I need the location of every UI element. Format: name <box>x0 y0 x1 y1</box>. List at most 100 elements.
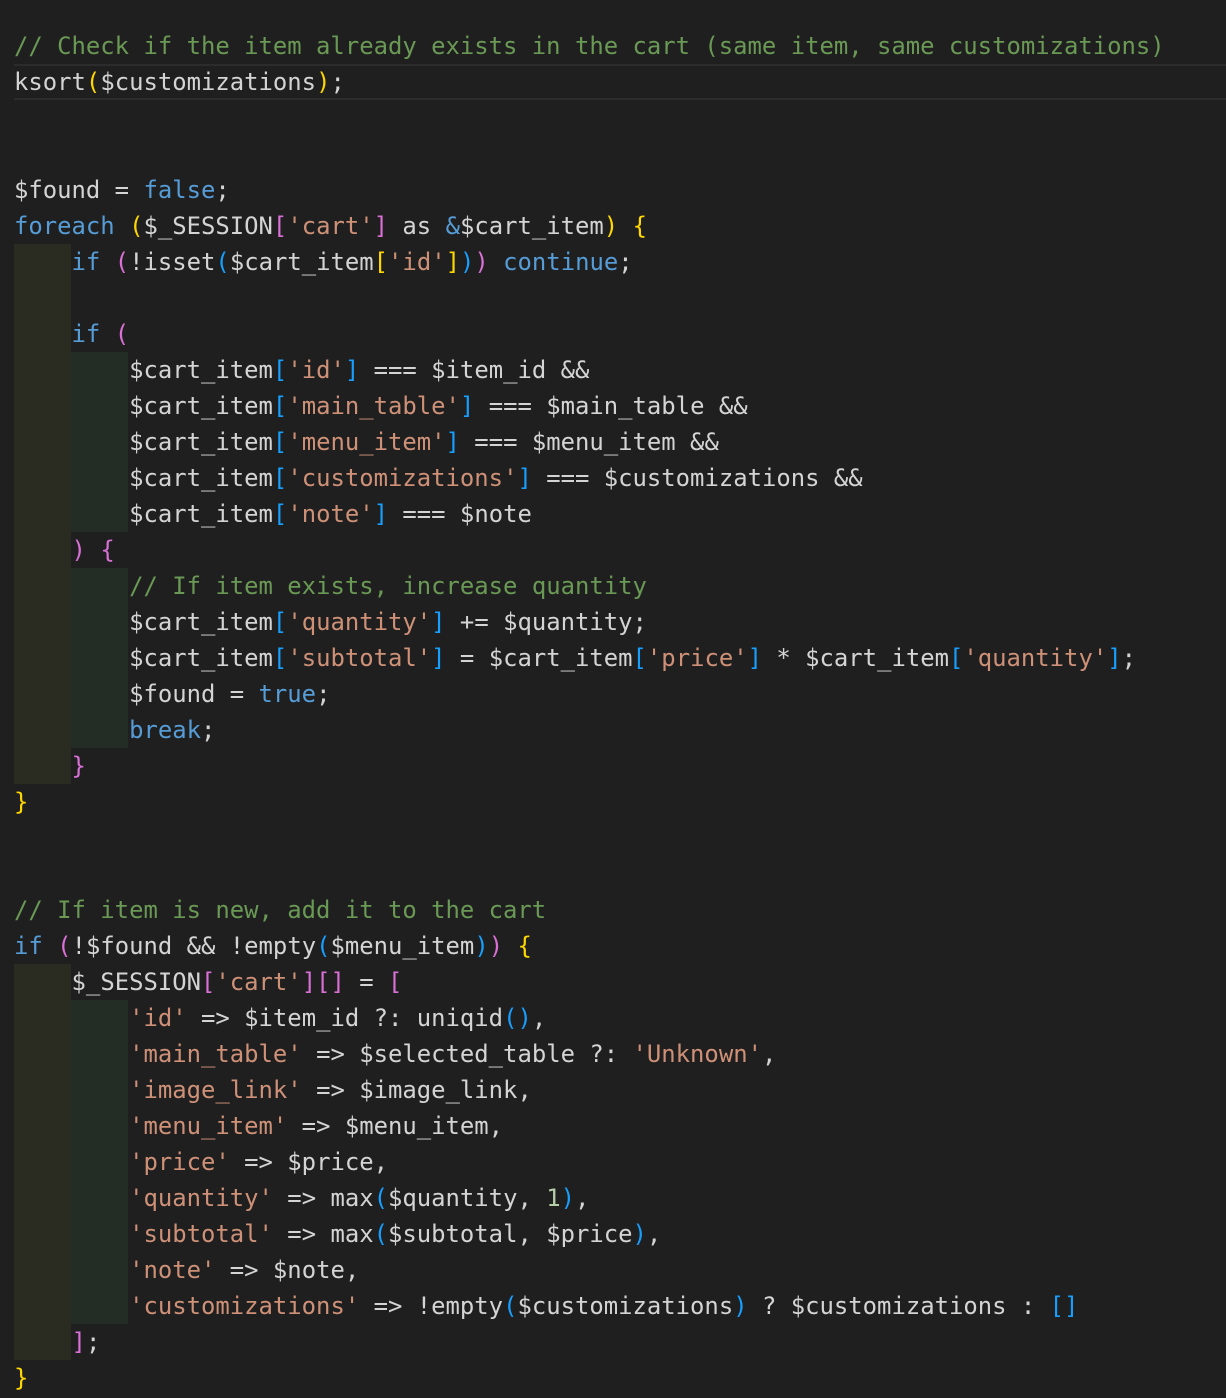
code-token: ] <box>517 464 532 492</box>
code-token: ; <box>330 68 345 96</box>
code-token: !isset <box>129 248 216 276</box>
code-token: [ <box>388 968 403 996</box>
code-token: 'quantity' <box>129 1184 273 1212</box>
code-line[interactable]: foreach ($_SESSION['cart'] as &$cart_ite… <box>0 208 1226 244</box>
code-line[interactable]: if (!$found && !empty($menu_item)) { <box>0 928 1226 964</box>
code-token: => $image_link, <box>301 1076 532 1104</box>
code-line[interactable] <box>0 100 1226 136</box>
code-token: ][ <box>301 968 331 996</box>
code-token: ( <box>114 320 130 348</box>
code-line[interactable]: ksort($customizations); <box>0 64 1226 100</box>
code-line[interactable]: } <box>0 748 1226 784</box>
code-line[interactable]: // Check if the item already exists in t… <box>0 28 1226 64</box>
code-line[interactable]: $cart_item['customizations'] === $custom… <box>0 460 1226 496</box>
code-token: $found = <box>129 680 259 708</box>
code-line[interactable]: // If item is new, add it to the cart <box>0 892 1226 928</box>
code-text: $cart_item['main_table'] === $main_table… <box>14 388 748 424</box>
code-line[interactable]: } <box>0 784 1226 820</box>
code-token: as <box>388 212 446 240</box>
code-line[interactable]: $cart_item['menu_item'] === $menu_item &… <box>0 424 1226 460</box>
code-token: 'menu_item' <box>129 1112 288 1140</box>
code-line[interactable] <box>0 280 1226 316</box>
code-line[interactable]: 'note' => $note, <box>0 1252 1226 1288</box>
code-token: [ <box>272 392 288 420</box>
code-line[interactable]: 'menu_item' => $menu_item, <box>0 1108 1226 1144</box>
code-line[interactable]: if (!isset($cart_item['id'])) continue; <box>0 244 1226 280</box>
code-text: $cart_item['subtotal'] = $cart_item['pri… <box>14 640 1136 676</box>
code-token: 'customizations' <box>287 464 518 492</box>
code-token: 'price' <box>646 644 748 672</box>
code-editor[interactable]: // Check if the item already exists in t… <box>0 28 1226 1396</box>
code-token: $_SESSION <box>143 212 273 240</box>
code-token: ) <box>632 1220 647 1248</box>
code-line[interactable]: ) { <box>0 532 1226 568</box>
code-token: 'subtotal' <box>287 644 432 672</box>
code-token: $found = <box>14 176 144 204</box>
code-text: } <box>14 784 28 820</box>
code-text: ) { <box>14 532 115 568</box>
code-line[interactable]: break; <box>0 712 1226 748</box>
code-token: ; <box>316 680 331 708</box>
code-line[interactable]: $cart_item['main_table'] === $main_table… <box>0 388 1226 424</box>
code-token: 'Unknown' <box>632 1040 762 1068</box>
code-token: [ <box>632 644 647 672</box>
code-line[interactable] <box>0 820 1226 856</box>
code-line[interactable]: ]; <box>0 1324 1226 1360</box>
code-line[interactable]: // If item exists, increase quantity <box>0 568 1226 604</box>
code-token: ) <box>488 932 504 960</box>
code-token: ( <box>85 68 101 96</box>
code-text: $found = false; <box>14 172 230 208</box>
code-line[interactable]: 'main_table' => $selected_table ?: 'Unkn… <box>0 1036 1226 1072</box>
code-token: => $menu_item, <box>287 1112 504 1140</box>
code-line[interactable]: $cart_item['subtotal'] = $cart_item['pri… <box>0 640 1226 676</box>
code-text: } <box>14 1360 28 1396</box>
code-token: ] <box>71 1328 86 1356</box>
code-token: { <box>632 212 647 240</box>
code-line[interactable]: $cart_item['id'] === $item_id && <box>0 352 1226 388</box>
code-line[interactable]: 'quantity' => max($quantity, 1), <box>0 1180 1226 1216</box>
code-token: break <box>129 716 201 744</box>
code-token: !$found && !empty <box>71 932 317 960</box>
code-text: 'image_link' => $image_link, <box>14 1072 532 1108</box>
code-token: ] <box>373 500 389 528</box>
code-line[interactable] <box>0 856 1226 892</box>
code-token: => !empty <box>359 1292 504 1320</box>
code-line[interactable]: if ( <box>0 316 1226 352</box>
code-line[interactable]: 'id' => $item_id ?: uniqid(), <box>0 1000 1226 1036</box>
code-token: 'subtotal' <box>129 1220 273 1248</box>
code-text: $cart_item['customizations'] === $custom… <box>14 460 863 496</box>
code-token: & <box>445 212 460 240</box>
code-text: if (!isset($cart_item['id'])) continue; <box>14 244 633 280</box>
code-token: 'image_link' <box>129 1076 302 1104</box>
code-line[interactable]: $found = false; <box>0 172 1226 208</box>
code-line[interactable]: } <box>0 1360 1226 1396</box>
code-text: 'main_table' => $selected_table ?: 'Unkn… <box>14 1036 776 1072</box>
code-line[interactable]: $_SESSION['cart'][] = [ <box>0 964 1226 1000</box>
code-token: ( <box>373 1184 388 1212</box>
code-text: 'id' => $item_id ?: uniqid(), <box>14 1000 546 1036</box>
code-line[interactable]: $cart_item['note'] === $note <box>0 496 1226 532</box>
code-line[interactable]: 'customizations' => !empty($customizatio… <box>0 1288 1226 1324</box>
code-token: ( <box>316 932 331 960</box>
code-line[interactable]: 'image_link' => $image_link, <box>0 1072 1226 1108</box>
code-token: 'cart' <box>287 212 374 240</box>
code-line[interactable] <box>0 136 1226 172</box>
code-token: === $menu_item && <box>459 428 719 456</box>
code-token: [ <box>272 500 288 528</box>
code-line[interactable]: 'price' => $price, <box>0 1144 1226 1180</box>
code-token: 'id' <box>388 248 446 276</box>
code-line[interactable]: $found = true; <box>0 676 1226 712</box>
code-token: if <box>14 932 43 960</box>
code-text: 'menu_item' => $menu_item, <box>14 1108 503 1144</box>
code-line[interactable]: 'subtotal' => max($subtotal, $price), <box>0 1216 1226 1252</box>
code-token: ] <box>459 392 475 420</box>
code-line[interactable]: $cart_item['quantity'] += $quantity; <box>0 604 1226 640</box>
code-token: ) <box>474 932 489 960</box>
code-token: } <box>14 1364 29 1392</box>
code-token: ] <box>431 644 446 672</box>
code-token: 'note' <box>129 1256 216 1284</box>
